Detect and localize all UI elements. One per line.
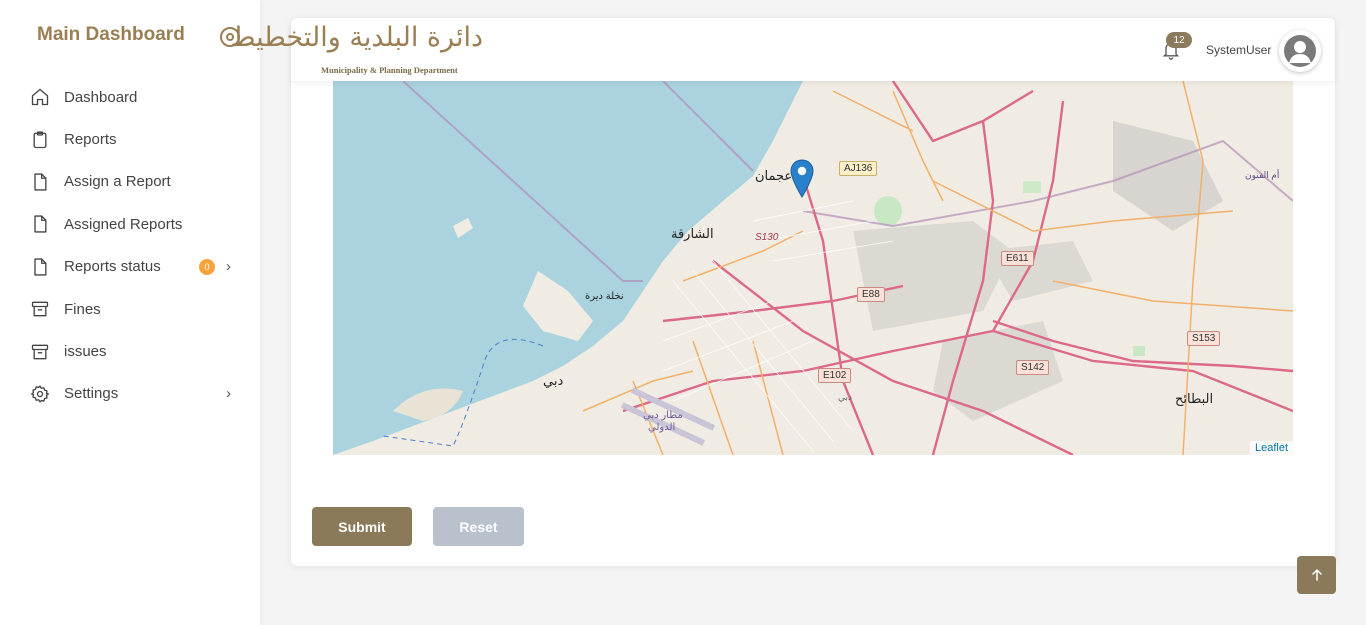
map-label-ajman: عجمان bbox=[755, 168, 793, 183]
sidebar-item-label: Fines bbox=[64, 300, 101, 318]
location-map[interactable]: عجمان الشارقة نخلة ديرة دبي مطار دبي الد… bbox=[333, 81, 1293, 455]
archive-icon bbox=[30, 342, 50, 362]
sidebar-nav: Dashboard Reports Assign a Report Assign… bbox=[0, 76, 260, 415]
user-avatar-icon bbox=[1284, 35, 1316, 67]
map-pin-icon bbox=[790, 159, 814, 198]
road-shield-e611: E611 bbox=[1001, 251, 1034, 266]
notification-count-badge: 12 bbox=[1166, 32, 1192, 48]
archive-icon bbox=[30, 299, 50, 319]
sidebar-item-label: Reports status bbox=[64, 258, 161, 276]
map-label-deira-island: نخلة ديرة bbox=[585, 291, 624, 302]
sidebar-item-label: Reports bbox=[64, 131, 117, 149]
sidebar-item-issues[interactable]: issues bbox=[0, 330, 260, 372]
map-attribution[interactable]: Leaflet bbox=[1249, 441, 1293, 455]
sidebar-item-label: issues bbox=[64, 343, 107, 361]
road-shield-s142: S142 bbox=[1016, 360, 1050, 375]
sidebar-item-reports[interactable]: Reports bbox=[0, 118, 260, 160]
map-label-dubai-small: دبي bbox=[838, 392, 853, 402]
map-tiles bbox=[333, 81, 1293, 455]
map-label-dubai: دبي bbox=[543, 373, 564, 388]
sidebar: Main Dashboard Dashboard Reports Assign … bbox=[0, 0, 260, 625]
sidebar-item-settings[interactable]: Settings › bbox=[0, 373, 260, 415]
map-label-airport-2: الدولي bbox=[648, 422, 676, 433]
sidebar-item-fines[interactable]: Fines bbox=[0, 288, 260, 330]
road-shield-aj136: AJ136 bbox=[839, 161, 878, 176]
avatar[interactable] bbox=[1279, 30, 1321, 72]
map-label-airport: مطار دبي bbox=[643, 410, 683, 421]
status-badge: 0 bbox=[199, 258, 215, 275]
department-logo[interactable]: دائرة البلدية والتخطيط Municipality & Pl… bbox=[230, 22, 485, 78]
file-icon bbox=[30, 214, 50, 234]
clipboard-icon bbox=[30, 130, 50, 150]
file-icon bbox=[30, 257, 50, 277]
road-shield-s153: S153 bbox=[1187, 331, 1221, 346]
road-shield-e88: E88 bbox=[857, 287, 885, 302]
chevron-right-icon[interactable]: › bbox=[226, 258, 231, 275]
road-shield-e102: E102 bbox=[818, 368, 852, 383]
sidebar-item-label: Assign a Report bbox=[64, 173, 171, 191]
submit-button[interactable]: Submit bbox=[312, 507, 412, 546]
map-label-sharjah: الشارقة bbox=[671, 226, 714, 241]
file-icon bbox=[30, 172, 50, 192]
map-label-umm-fannan: أم الفنون bbox=[1245, 170, 1280, 180]
logo-arabic-text: دائرة البلدية والتخطيط bbox=[230, 22, 485, 53]
map-label-bataeh: البطائح bbox=[1175, 391, 1214, 406]
scroll-to-top-button[interactable] bbox=[1297, 556, 1336, 594]
sidebar-item-label: Assigned Reports bbox=[64, 215, 183, 233]
location-marker[interactable] bbox=[789, 159, 815, 199]
sidebar-item-label: Dashboard bbox=[64, 88, 138, 106]
arrow-up-icon bbox=[1311, 569, 1322, 581]
sidebar-item-label: Settings bbox=[64, 385, 119, 403]
sidebar-item-dashboard[interactable]: Dashboard bbox=[0, 76, 260, 118]
sidebar-item-reports-status[interactable]: Reports status 0 › bbox=[0, 246, 260, 288]
sidebar-item-assign-report[interactable]: Assign a Report bbox=[0, 161, 260, 203]
gear-icon bbox=[30, 384, 50, 404]
top-bar: دائرة البلدية والتخطيط Municipality & Pl… bbox=[230, 18, 1335, 81]
username[interactable]: SystemUser bbox=[1206, 43, 1271, 57]
chevron-right-icon[interactable]: › bbox=[226, 385, 231, 402]
home-icon bbox=[30, 87, 50, 107]
logo-english-text: Municipality & Planning Department bbox=[321, 65, 458, 75]
reset-button[interactable]: Reset bbox=[433, 507, 524, 546]
sidebar-title: Main Dashboard bbox=[37, 24, 185, 45]
sidebar-item-assigned-reports[interactable]: Assigned Reports bbox=[0, 203, 260, 245]
road-label-s130: S130 bbox=[755, 232, 779, 243]
